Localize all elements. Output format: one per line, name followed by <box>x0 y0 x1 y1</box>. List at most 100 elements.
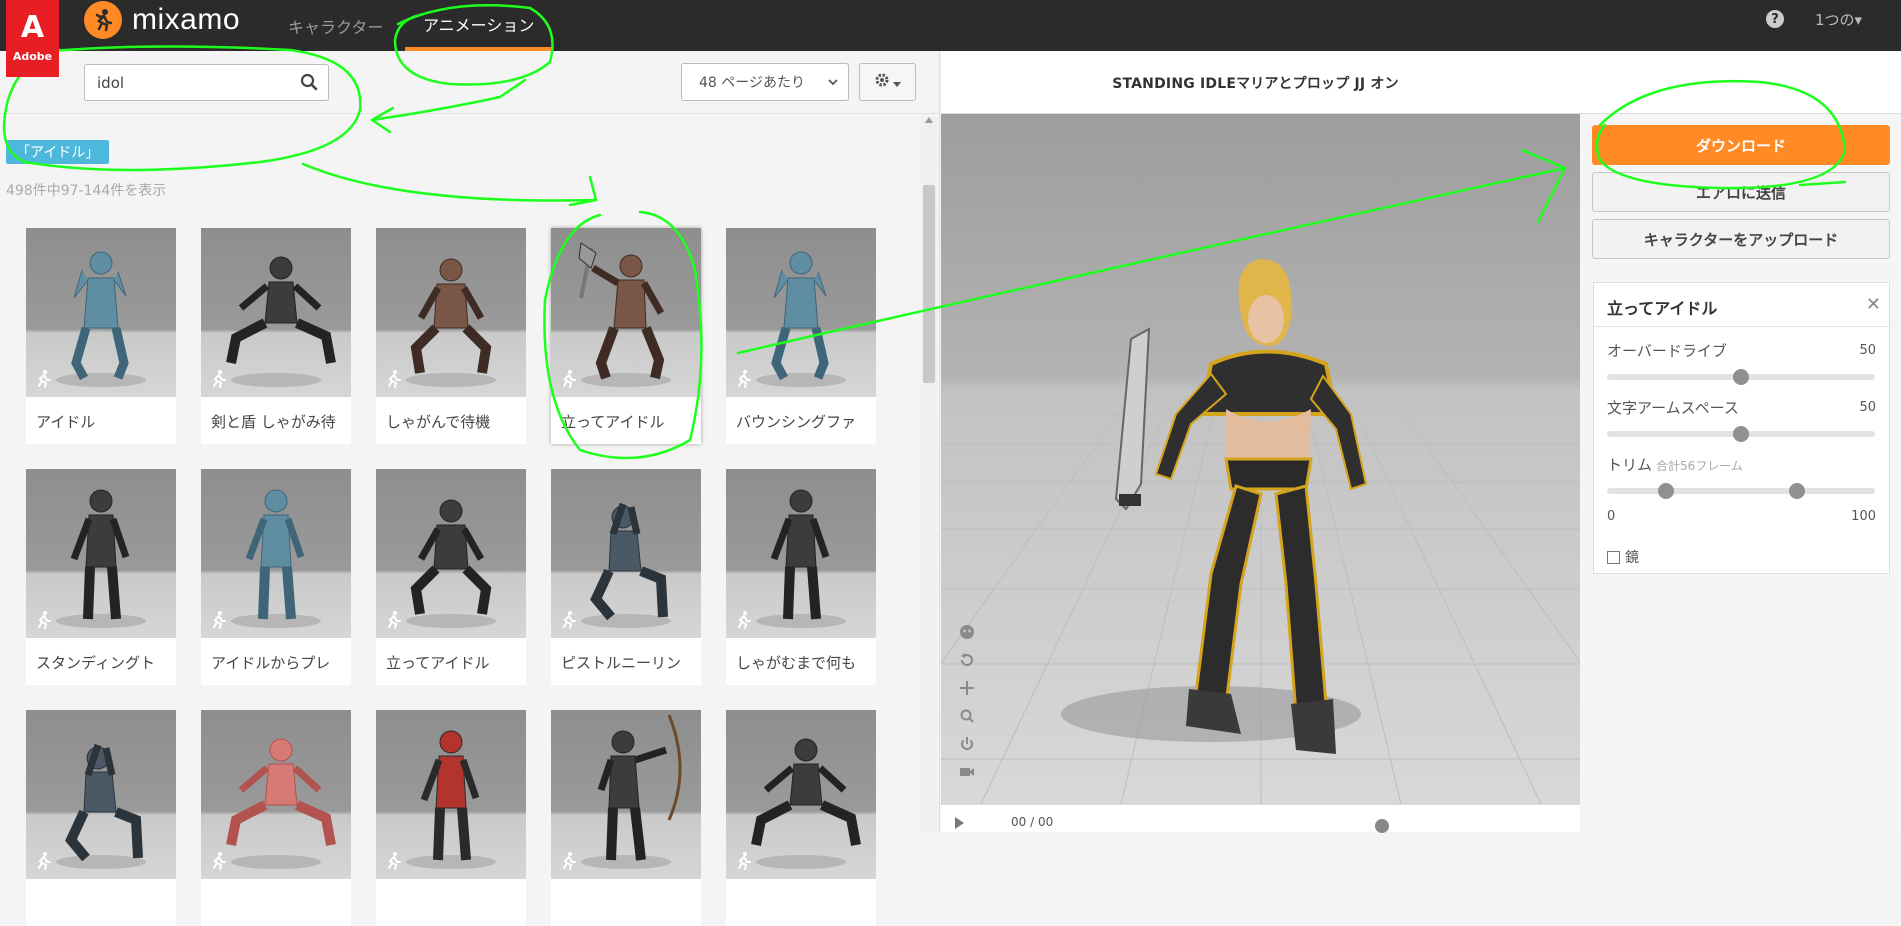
chevron-down-icon <box>827 75 839 93</box>
viewer-title: STANDING IDLEマリアとプロップ JJ オン <box>1112 75 1399 92</box>
adobe-logo-word: Adobe <box>12 50 53 63</box>
animation-card-label: 立ってアイドル <box>561 413 665 431</box>
pan-icon[interactable] <box>959 680 975 700</box>
animation-thumbnail <box>726 228 876 397</box>
animation-card[interactable]: アイドル <box>26 228 176 444</box>
mixamo-runner-icon <box>84 1 122 39</box>
arm-space-slider[interactable] <box>1607 426 1875 442</box>
3d-viewport[interactable] <box>941 114 1580 804</box>
play-icon[interactable] <box>955 817 964 829</box>
animation-card-label: アイドルからプレ <box>211 654 331 672</box>
trim-start-handle[interactable] <box>1657 483 1674 499</box>
search-input[interactable] <box>85 65 285 100</box>
animation-type-icon <box>208 851 228 875</box>
animation-type-icon <box>733 369 753 393</box>
gear-icon <box>874 72 890 92</box>
animation-type-icon <box>733 851 753 875</box>
overdrive-slider[interactable] <box>1607 369 1875 385</box>
caret-down-icon <box>893 73 901 92</box>
mirror-option[interactable]: 鏡 <box>1607 547 1639 567</box>
per-page-value: 48 ページあたり <box>699 75 805 91</box>
viewer-header: STANDING IDLEマリアとプロップ JJ オン <box>941 51 1901 114</box>
trim-label-text: トリム <box>1607 456 1653 474</box>
animation-card-label: スタンディングト <box>36 654 155 672</box>
search-tag[interactable]: 「アイドル」 <box>6 140 110 164</box>
trim-end-handle[interactable] <box>1789 483 1806 499</box>
side-panel: ダウンロード エアロに送信 キャラクターをアップロード 立ってアイドル ✕ オー… <box>1580 114 1901 832</box>
animation-thumbnail <box>201 469 351 638</box>
frame-counter: 00 / 00 <box>1011 815 1054 829</box>
animation-thumbnail <box>26 469 176 638</box>
animation-browser: 48 ページあたり 「アイドル」 498件中97-144件を表示 アイドル 剣と盾… <box>0 51 940 926</box>
search-icon[interactable] <box>300 73 318 95</box>
animation-card[interactable]: 立ってアイドル <box>551 228 701 444</box>
tab-characters[interactable]: キャラクター <box>270 0 401 51</box>
scrollbar[interactable] <box>921 117 937 832</box>
animation-card-label: しゃがんで待機 <box>386 413 491 431</box>
animation-card[interactable] <box>551 710 701 926</box>
zoom-icon[interactable] <box>959 708 975 728</box>
settings-dropdown-button[interactable] <box>859 63 916 101</box>
tab-animations[interactable]: アニメーション <box>405 0 553 51</box>
mixamo-brand[interactable]: mixamo <box>84 0 240 40</box>
animation-card[interactable] <box>26 710 176 926</box>
adobe-logo[interactable]: A Adobe <box>6 0 59 77</box>
power-icon[interactable] <box>959 736 975 756</box>
animation-type-icon <box>558 369 578 393</box>
settings-header: 立ってアイドル ✕ <box>1594 283 1891 327</box>
search-box <box>84 64 329 101</box>
send-to-aero-button[interactable]: エアロに送信 <box>1592 172 1890 212</box>
animation-card[interactable]: 立ってアイドル <box>376 469 526 685</box>
animation-card[interactable]: ピストルニーリン <box>551 469 701 685</box>
scroll-up-icon[interactable] <box>925 117 933 123</box>
viewport-tools <box>959 624 975 784</box>
search-row: 48 ページあたり <box>0 51 940 114</box>
animation-card[interactable] <box>726 710 876 926</box>
close-icon[interactable]: ✕ <box>1866 294 1881 315</box>
overdrive-slider-handle[interactable] <box>1733 369 1749 385</box>
skeleton-icon[interactable] <box>959 624 975 644</box>
animation-card-label: 剣と盾 しゃがみ待 <box>211 413 336 431</box>
animation-card[interactable]: しゃがんで待機 <box>376 228 526 444</box>
result-count: 498件中97-144件を表示 <box>6 183 167 199</box>
animation-card[interactable]: バウンシングファ <box>726 228 876 444</box>
per-page-select[interactable]: 48 ページあたり <box>681 63 849 101</box>
animation-type-icon <box>208 610 228 634</box>
animation-card[interactable] <box>201 710 351 926</box>
arm-space-label: 文字アームスペース <box>1607 399 1739 417</box>
trim-range-slider[interactable] <box>1607 483 1875 499</box>
animation-thumbnail <box>376 469 526 638</box>
rotate-icon[interactable] <box>959 652 975 672</box>
help-button[interactable]: ? <box>1766 0 1786 38</box>
animation-card[interactable] <box>376 710 526 926</box>
animation-type-icon <box>33 610 53 634</box>
animation-type-icon <box>383 851 403 875</box>
animation-card-label: バウンシングファ <box>736 413 857 431</box>
scrollbar-thumb[interactable] <box>923 185 935 383</box>
animation-card[interactable]: しゃがむまで何も <box>726 469 876 685</box>
animation-card[interactable]: 剣と盾 しゃがみ待 <box>201 228 351 444</box>
account-menu[interactable]: 1つの▾ <box>1815 0 1862 38</box>
download-button[interactable]: ダウンロード <box>1592 125 1890 165</box>
timeline-bar: 00 / 00 <box>941 804 1580 833</box>
animation-thumbnail <box>551 228 701 397</box>
animation-type-icon <box>383 610 403 634</box>
animation-type-icon <box>558 610 578 634</box>
mirror-checkbox[interactable] <box>1607 550 1620 564</box>
animation-type-icon <box>208 369 228 393</box>
animation-card[interactable]: スタンディングト <box>26 469 176 685</box>
overdrive-value: 50 <box>1859 343 1876 358</box>
animation-card-label: ピストルニーリン <box>561 654 682 672</box>
upload-character-button[interactable]: キャラクターをアップロード <box>1592 219 1890 259</box>
character-model <box>1061 259 1368 754</box>
camera-icon[interactable] <box>959 764 975 784</box>
trim-min-label: 0 <box>1607 509 1616 524</box>
animation-card[interactable]: アイドルからプレ <box>201 469 351 685</box>
animation-type-icon <box>33 369 53 393</box>
animation-thumbnail <box>376 710 526 879</box>
animation-type-icon <box>383 369 403 393</box>
animation-thumbnail <box>551 469 701 638</box>
arm-space-slider-handle[interactable] <box>1733 426 1749 442</box>
timeline-scrubber[interactable] <box>1375 819 1389 833</box>
adobe-logo-glyph: A <box>20 10 45 45</box>
